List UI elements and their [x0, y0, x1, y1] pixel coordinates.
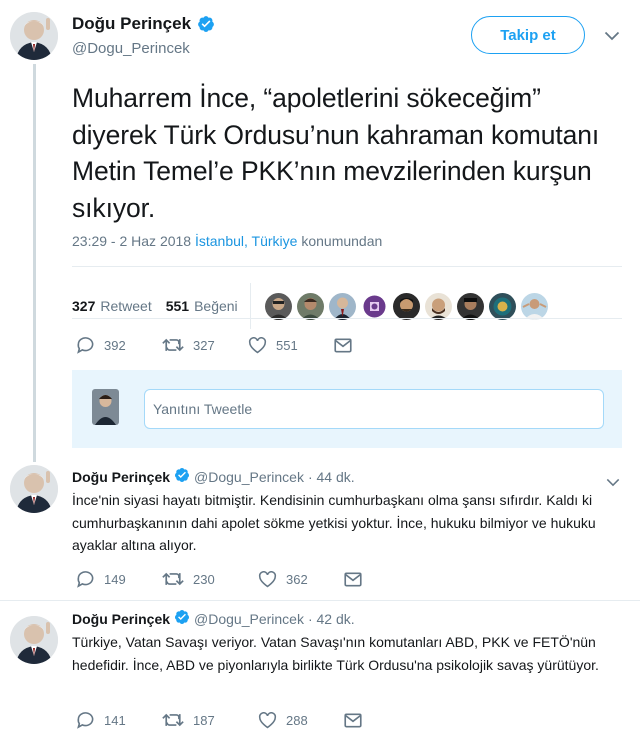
- chevron-down-icon[interactable]: [604, 28, 620, 46]
- liker-avatar[interactable]: [296, 292, 324, 320]
- envelope-icon: [344, 572, 362, 587]
- direct-message-action[interactable]: [334, 338, 352, 353]
- retweet-action[interactable]: 187: [162, 712, 258, 728]
- reply-count: 149: [104, 571, 126, 587]
- author-handle[interactable]: @Dogu_Perincek: [72, 40, 190, 57]
- retweet-icon: [162, 571, 184, 587]
- like-stat-label: Beğeni: [194, 298, 238, 314]
- reply-author-handle[interactable]: @Dogu_Perincek: [194, 469, 304, 485]
- retweet-stat-label: Retweet: [100, 298, 152, 314]
- direct-message-action[interactable]: [344, 713, 362, 728]
- retweet-count: 187: [193, 712, 215, 728]
- liker-avatar[interactable]: [360, 292, 388, 320]
- like-action[interactable]: 288: [258, 711, 344, 729]
- author-name[interactable]: Doğu Perinçek: [72, 14, 191, 34]
- author-name-row: Doğu Perinçek: [72, 14, 215, 34]
- liker-avatar[interactable]: [520, 292, 548, 320]
- reply-input[interactable]: [144, 389, 604, 429]
- like-stat[interactable]: 551 Beğeni: [166, 298, 238, 314]
- like-count: 362: [286, 571, 308, 587]
- reply-action[interactable]: 141: [76, 711, 162, 729]
- liker-avatar[interactable]: [456, 292, 484, 320]
- current-user-avatar: [92, 389, 119, 425]
- author-avatar[interactable]: [10, 465, 58, 513]
- reply-icon: [76, 570, 95, 588]
- retweet-count: 230: [193, 571, 215, 587]
- reply-actions: 149 230 362: [76, 570, 362, 588]
- like-action[interactable]: 551: [248, 336, 334, 354]
- direct-message-action[interactable]: [344, 572, 362, 587]
- divider: [0, 600, 640, 601]
- retweet-icon: [162, 712, 184, 728]
- reply-author-name[interactable]: Doğu Perinçek: [72, 469, 170, 485]
- retweet-icon: [162, 337, 184, 353]
- tweet-location-link[interactable]: İstanbul, Türkiye: [195, 233, 297, 249]
- retweet-stat-count: 327: [72, 298, 96, 314]
- liker-avatar[interactable]: [392, 292, 420, 320]
- verified-badge-icon: [197, 15, 215, 33]
- reply-time[interactable]: · 44 dk.: [308, 469, 355, 485]
- liker-avatar[interactable]: [264, 292, 292, 320]
- stats-separator: [249, 283, 251, 329]
- reply-time[interactable]: · 42 dk.: [308, 611, 355, 627]
- heart-icon: [258, 711, 277, 729]
- tweet-timestamp[interactable]: 23:29 - 2 Haz 2018: [72, 233, 191, 249]
- tweet-stats: 327 Retweet 551 Beğeni: [72, 283, 548, 329]
- reply-compose-box: [72, 370, 622, 448]
- envelope-icon: [344, 713, 362, 728]
- divider: [72, 318, 622, 319]
- reply-author-name[interactable]: Doğu Perinçek: [72, 611, 170, 627]
- tweet-actions: 392 327 551: [76, 336, 352, 354]
- author-avatar[interactable]: [10, 12, 58, 60]
- reply-header: Doğu Perinçek @Dogu_Perincek · 42 dk.: [72, 609, 355, 628]
- reply-author-handle[interactable]: @Dogu_Perincek: [194, 611, 304, 627]
- heart-icon: [258, 570, 277, 588]
- reply-count: 141: [104, 712, 126, 728]
- retweet-count: 327: [193, 337, 215, 353]
- tweet-meta: 23:29 - 2 Haz 2018 İstanbul, Türkiye kon…: [72, 233, 382, 249]
- reply-text: İnce'nin siyasi hayatı bitmiştir. Kendis…: [72, 492, 596, 553]
- like-action[interactable]: 362: [258, 570, 344, 588]
- divider: [72, 266, 622, 267]
- tweet-text: Muharrem İnce, “apoletlerini sökeceğim” …: [72, 83, 600, 223]
- reply-actions: 141 187 288: [76, 711, 362, 729]
- tweet-location-suffix: konumundan: [301, 233, 383, 249]
- envelope-icon: [334, 338, 352, 353]
- reply-text: Türkiye, Vatan Savaşı veriyor. Vatan Sav…: [72, 634, 599, 673]
- liker-avatar[interactable]: [424, 292, 452, 320]
- retweet-action[interactable]: 327: [162, 337, 248, 353]
- reply-action[interactable]: 149: [76, 570, 162, 588]
- verified-badge-icon: [174, 609, 190, 628]
- reply-icon: [76, 336, 95, 354]
- reply-action[interactable]: 392: [76, 336, 162, 354]
- reply-icon: [76, 711, 95, 729]
- heart-icon: [248, 336, 267, 354]
- like-stat-count: 551: [165, 298, 190, 314]
- liker-avatar[interactable]: [488, 292, 516, 320]
- like-count: 288: [286, 712, 308, 728]
- follow-button[interactable]: Takip et: [471, 16, 585, 54]
- liker-avatars: [264, 292, 548, 320]
- liker-avatar[interactable]: [328, 292, 356, 320]
- author-avatar[interactable]: [10, 616, 58, 664]
- reply-header: Doğu Perinçek @Dogu_Perincek · 44 dk.: [72, 467, 355, 486]
- like-count: 551: [276, 337, 298, 353]
- verified-badge-icon: [174, 467, 190, 486]
- reply-count: 392: [104, 337, 126, 353]
- thread-line: [33, 64, 36, 462]
- retweet-stat[interactable]: 327 Retweet: [72, 298, 152, 314]
- retweet-action[interactable]: 230: [162, 571, 258, 587]
